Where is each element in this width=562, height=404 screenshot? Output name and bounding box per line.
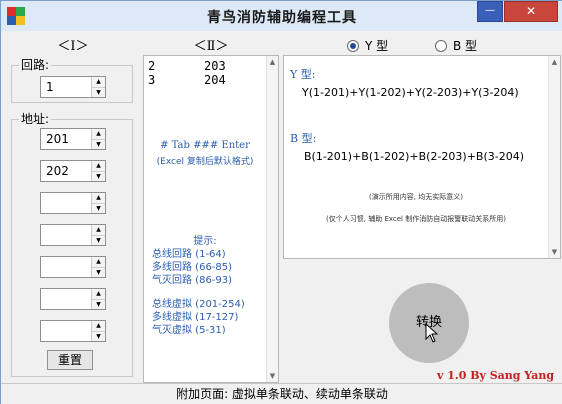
tips-title: 提示: [193,236,217,247]
radio-y-label: Y 型 [365,39,389,53]
output-y-label: Y 型: [290,68,316,81]
radio-y-indicator[interactable] [347,39,359,52]
radio-b-label: B 型 [453,39,478,53]
spin-up-icon[interactable]: ▲ [92,321,105,331]
scroll-up-icon[interactable]: ▲ [549,58,560,66]
address-stepper[interactable]: 201 ▲ ▼ [40,128,106,150]
address-stepper[interactable]: 202 ▲ ▼ [40,160,106,182]
address-value: 202 [46,164,69,178]
title-bar: 青鸟消防辅助编程工具 — ✕ [1,1,562,31]
loop-stepper[interactable]: 1 ▲ ▼ [40,76,106,98]
row-address: 203 [204,59,226,73]
spin-down-icon[interactable]: ▼ [92,331,105,341]
list-scrollbar[interactable]: ▲ ▼ [266,56,278,382]
scroll-up-icon[interactable]: ▲ [267,58,278,66]
tips-list-virtual: 总线虚拟 (201-254) 多线虚拟 (17-127) 气灭虚拟 (5-31) [152,298,245,337]
version-label: v 1.0 By Sang Yang [437,369,555,382]
spin-down-icon[interactable]: ▼ [92,299,105,309]
spin-down-icon[interactable]: ▼ [92,267,105,277]
table-row: 3 204 [148,73,226,87]
address-value: 201 [46,132,69,146]
spin-up-icon[interactable]: ▲ [92,289,105,299]
address-label: 地址: [19,110,52,127]
output-b-expression: B(1-201)+B(1-202)+B(2-203)+B(3-204) [304,150,525,163]
status-bar[interactable]: 附加页面: 虚拟单条联动、续动单条联动 [1,383,562,404]
scroll-down-icon[interactable]: ▼ [549,248,560,256]
radio-y-type[interactable]: Y 型 [347,37,388,54]
output-note-usage: (仅个人习惯, 辅助 Excel 制作消防自动报警联动关系所用) [326,215,506,223]
mouse-pointer-icon [425,323,439,343]
address-stepper[interactable]: ▲ ▼ [40,224,106,246]
client-area: ＜Ⅰ＞ ＜Ⅱ＞ Y 型 B 型 回路: 1 ▲ ▼ 地址: 201 ▲ ▼ 202 … [1,31,562,404]
address-stepper[interactable]: ▲ ▼ [40,192,106,214]
spin-up-icon[interactable]: ▲ [92,129,105,139]
scroll-down-icon[interactable]: ▼ [267,372,278,380]
spin-up-icon[interactable]: ▲ [92,257,105,267]
list-item: 多线虚拟 (17-127) [152,312,239,323]
app-window: 青鸟消防辅助编程工具 — ✕ ＜Ⅰ＞ ＜Ⅱ＞ Y 型 B 型 回路: 1 ▲ ▼ … [0,0,562,404]
spin-down-icon[interactable]: ▼ [92,139,105,149]
minimize-button[interactable]: — [477,1,503,22]
spin-down-icon[interactable]: ▼ [92,87,105,97]
radio-b-indicator[interactable] [435,39,447,52]
output-b-label: B 型: [290,132,317,145]
list-item: 气灭虚拟 (5-31) [152,325,226,336]
input-list-box[interactable]: 2 203 3 204 # Tab ### Enter (Excel 复制后默认… [143,55,279,383]
row-address: 204 [204,73,226,87]
section-header-one: ＜Ⅰ＞ [57,39,89,54]
address-stepper[interactable]: ▲ ▼ [40,256,106,278]
radio-b-type[interactable]: B 型 [435,37,477,54]
list-item: 多线回路 (66-85) [152,262,233,273]
spin-up-icon[interactable]: ▲ [92,225,105,235]
spin-up-icon[interactable]: ▲ [92,193,105,203]
row-loop: 2 [148,59,156,73]
spin-down-icon[interactable]: ▼ [92,171,105,181]
spin-down-icon[interactable]: ▼ [92,203,105,213]
section-header-two: ＜Ⅱ＞ [193,39,229,54]
table-row: 2 203 [148,59,226,73]
loop-value: 1 [46,80,54,94]
tips-list-physical: 总线回路 (1-64) 多线回路 (66-85) 气灭回路 (86-93) [152,248,232,287]
loop-label: 回路: [19,56,52,73]
spin-up-icon[interactable]: ▲ [92,161,105,171]
list-item: 总线虚拟 (201-254) [152,299,245,310]
address-stepper[interactable]: ▲ ▼ [40,320,106,342]
list-item: 气灭回路 (86-93) [152,275,233,286]
format-hint: # Tab ### Enter [160,140,250,151]
output-scrollbar[interactable]: ▲ ▼ [548,56,560,258]
format-note: (Excel 复制后默认格式) [156,157,254,167]
row-loop: 3 [148,73,156,87]
spin-down-icon[interactable]: ▼ [92,235,105,245]
output-y-expression: Y(1-201)+Y(1-202)+Y(2-203)+Y(3-204) [302,86,519,99]
spin-up-icon[interactable]: ▲ [92,77,105,87]
output-box[interactable]: Y 型: Y(1-201)+Y(1-202)+Y(2-203)+Y(3-204)… [283,55,561,259]
output-note-demo: (演示所用内容, 均无实际意义) [369,193,463,201]
reset-button[interactable]: 重置 [47,350,93,370]
address-stepper[interactable]: ▲ ▼ [40,288,106,310]
close-button[interactable]: ✕ [504,1,558,22]
list-item: 总线回路 (1-64) [152,249,226,260]
